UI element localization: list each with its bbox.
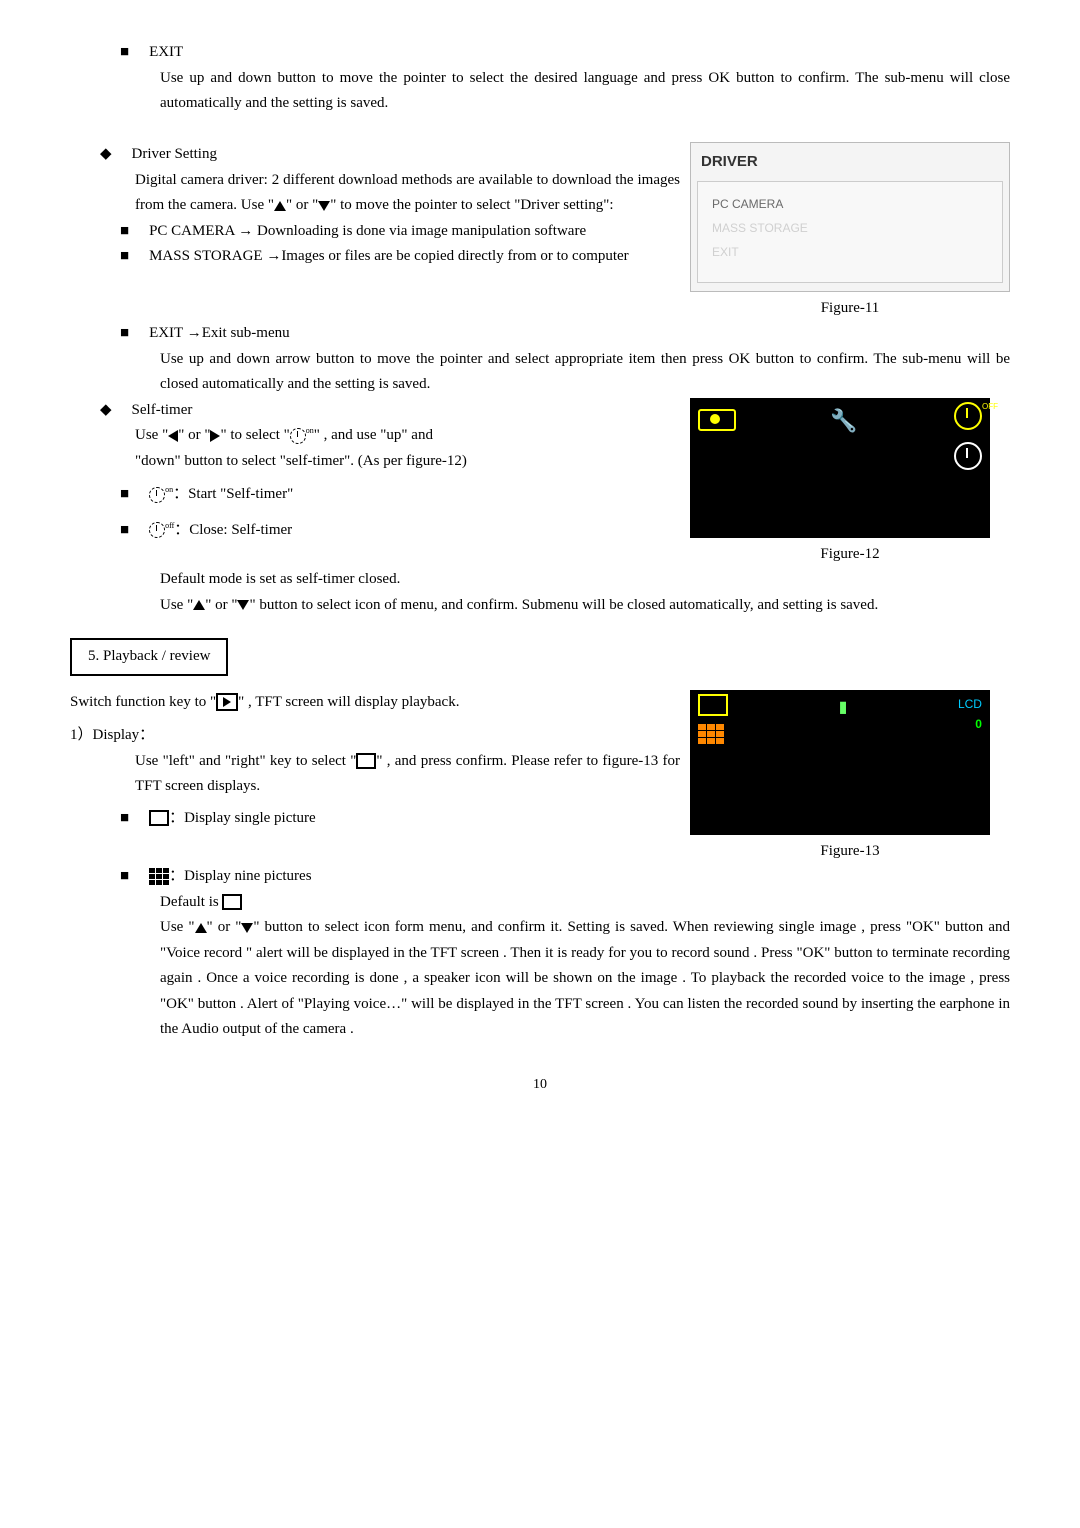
driver-finish: Use up and down arrow button to move the…: [160, 347, 1010, 398]
up-arrow-icon: [274, 201, 286, 211]
selftimer-default: Default mode is set as self-timer closed…: [160, 567, 1010, 593]
down-arrow-icon: [318, 201, 330, 211]
selftimer-use2: Use "" or "" button to select icon of me…: [160, 593, 1010, 619]
left-arrow-icon: [168, 430, 178, 442]
selftimer-close-bullet: ■ off：Close: Self-timer: [120, 518, 680, 544]
mass-storage-text: MASS STORAGE →Images or files are be cop…: [149, 244, 629, 270]
driver-item-mass-storage: MASS STORAGE: [708, 216, 992, 240]
playback-screen-figure: ▮ LCD 0: [690, 690, 990, 835]
selftimer-screen-figure: 🔧 OFF: [690, 398, 990, 538]
right-arrow-icon: [210, 430, 220, 442]
diamond-bullet-icon: ◆: [100, 398, 112, 424]
exit-sub-bullet: ■ EXIT →Exit sub-menu: [120, 321, 1010, 347]
playback-default-line: Default is: [160, 890, 1010, 916]
figure-13-caption: Figure-13: [690, 839, 1010, 865]
exit-body: Use up and down button to move the point…: [160, 66, 1010, 117]
square-bullet-icon: ■: [120, 40, 129, 66]
driver-heading: Driver Setting: [132, 142, 217, 168]
selftimer-start-bullet: ■ on：Start "Self-timer": [120, 482, 680, 508]
wrench-icon: 🔧: [830, 402, 857, 439]
display-heading: 1）Display：: [70, 723, 680, 749]
camera-mode-icon: [698, 409, 736, 431]
exit-sub-text: EXIT →Exit sub-menu: [149, 321, 290, 347]
display-body: Use "left" and "right" key to select "" …: [135, 749, 680, 800]
playback-switch-line: Switch function key to "" , TFT screen w…: [70, 690, 680, 716]
selftimer-second-line: "down" button to select "self-timer". (A…: [135, 449, 680, 475]
exit-title: EXIT: [149, 40, 183, 66]
selftimer-heading: Self-timer: [132, 398, 193, 424]
start-selftimer-text: ：Start "Self-timer": [173, 486, 293, 502]
timer-icon: [290, 428, 306, 444]
square-bullet-icon: ■: [120, 482, 129, 508]
single-pic-yellow-icon: [698, 694, 728, 716]
down-arrow-icon: [237, 600, 249, 610]
square-bullet-icon: ■: [120, 518, 129, 544]
up-arrow-icon: [193, 600, 205, 610]
timer-off-yellow-icon: [954, 402, 982, 430]
section-5-title: 5. Playback / review: [88, 648, 210, 664]
selftimer-use-line: Use "" or "" to select "on" , and use "u…: [135, 423, 680, 449]
selftimer-heading-row: ◆ Self-timer: [100, 398, 680, 424]
nine-picture-icon: [149, 868, 169, 885]
driver-item-pc-camera: PC CAMERA: [708, 192, 992, 216]
close-selftimer-text: ：Close: Self-timer: [174, 522, 292, 538]
nine-pic-orange-icon: [698, 724, 728, 744]
square-bullet-icon: ■: [120, 864, 129, 890]
single-picture-bullet: ■ ：Display single picture: [120, 806, 680, 832]
playback-use-paragraph: Use "" or "" button to select icon form …: [160, 915, 1010, 1043]
pc-camera-text: PC CAMERA → Downloading is done via imag…: [149, 219, 586, 245]
diamond-bullet-icon: ◆: [100, 142, 112, 168]
driver-box-header: DRIVER: [691, 147, 1009, 181]
driver-heading-row: ◆ Driver Setting: [100, 142, 680, 168]
nine-picture-text: ：Display nine pictures: [169, 868, 311, 884]
mass-storage-bullet: ■ MASS STORAGE →Images or files are be c…: [120, 244, 680, 270]
single-picture-icon: [149, 810, 169, 826]
exit-bullet: ■ EXIT: [120, 40, 1010, 66]
playback-mode-icon: [216, 693, 238, 711]
single-picture-text: ：Display single picture: [169, 810, 316, 826]
single-picture-icon: [222, 894, 242, 910]
square-bullet-icon: ■: [120, 219, 129, 245]
square-bullet-icon: ■: [120, 806, 129, 832]
pc-camera-bullet: ■ PC CAMERA → Downloading is done via im…: [120, 219, 680, 245]
square-bullet-icon: ■: [120, 244, 129, 270]
page-number: 10: [70, 1073, 1010, 1097]
timer-on-icon: [149, 487, 165, 503]
nine-picture-bullet: ■ ：Display nine pictures: [120, 864, 1010, 890]
driver-intro: Digital camera driver: 2 different downl…: [135, 168, 680, 219]
timer-off-icon: [149, 522, 165, 538]
section-5-title-box: 5. Playback / review: [70, 638, 228, 676]
driver-menu-figure: DRIVER PC CAMERA MASS STORAGE EXIT: [690, 142, 1010, 292]
single-picture-icon: [356, 753, 376, 769]
lcd-indicator: LCD 0: [958, 694, 982, 735]
down-arrow-icon: [241, 923, 253, 933]
figure-12-caption: Figure-12: [690, 542, 1010, 568]
battery-icon: ▮: [839, 694, 848, 721]
square-bullet-icon: ■: [120, 321, 129, 347]
driver-item-exit: EXIT: [708, 240, 992, 264]
figure-11-caption: Figure-11: [690, 296, 1010, 322]
timer-white-icon: [954, 442, 982, 470]
up-arrow-icon: [195, 923, 207, 933]
